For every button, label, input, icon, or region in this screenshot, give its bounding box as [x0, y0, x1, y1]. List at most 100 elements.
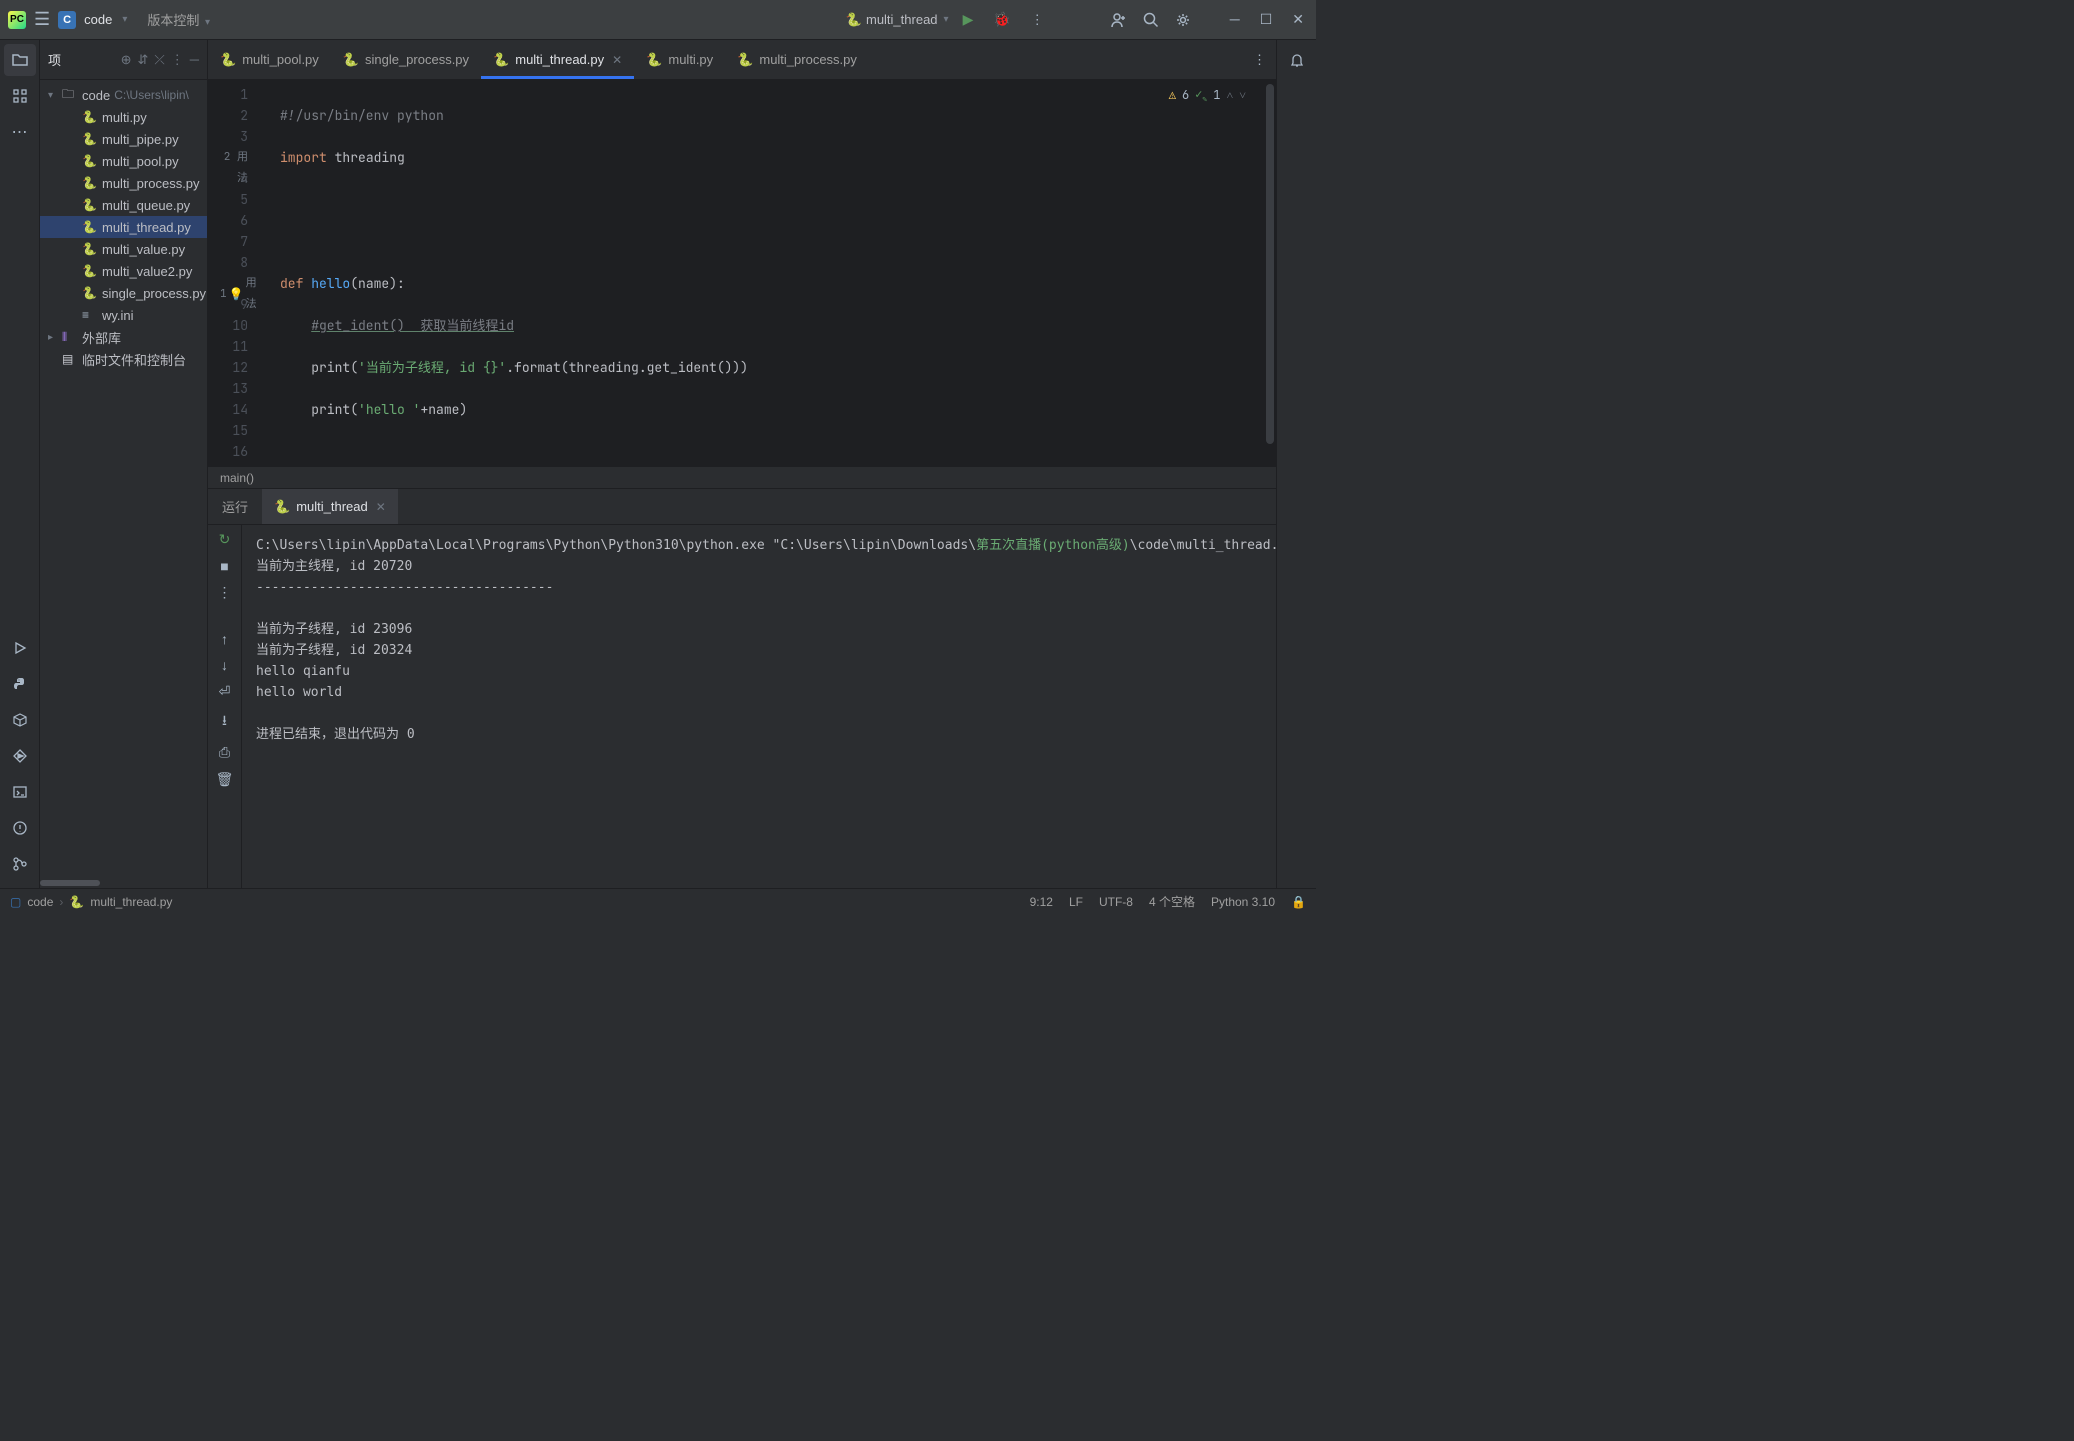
clear-icon[interactable]: 🗑: [216, 771, 234, 788]
hide-sidebar-icon[interactable]: ─: [190, 52, 199, 67]
tree-file[interactable]: 🐍multi.py: [40, 106, 207, 128]
structure-tool-icon[interactable]: [4, 80, 36, 112]
code-content[interactable]: #!/usr/bin/env python import threading d…: [268, 80, 1276, 466]
editor-area: 🐍multi_pool.py 🐍single_process.py 🐍multi…: [208, 40, 1276, 888]
python-icon: 🐍: [220, 52, 236, 68]
right-tool-strip: [1276, 40, 1316, 888]
sb-project[interactable]: code: [27, 895, 53, 909]
close-icon[interactable]: ✕: [376, 500, 386, 514]
tree-external-libs[interactable]: ▸⫴外部库: [40, 326, 207, 348]
typo-icon: ✓✎: [1195, 86, 1207, 104]
sb-file[interactable]: multi_thread.py: [90, 895, 172, 909]
titlebar: PC ☰ C code ▾ 版本控制 ▾ 🐍 multi_thread ▾ ▶ …: [0, 0, 1316, 40]
tree-scratches[interactable]: ▤临时文件和控制台: [40, 348, 207, 370]
inspection-badges[interactable]: ⚠6 ✓✎1 ˄ ˅: [1169, 86, 1246, 104]
editor-tab[interactable]: 🐍multi_process.py: [725, 40, 869, 79]
more-icon[interactable]: ⋮: [218, 584, 232, 601]
python-icon: 🐍: [493, 52, 509, 68]
tree-file[interactable]: 🐍multi_pipe.py: [40, 128, 207, 150]
tree-file[interactable]: 🐍multi_process.py: [40, 172, 207, 194]
project-name[interactable]: code: [84, 12, 112, 27]
project-tool-icon[interactable]: [4, 44, 36, 76]
python-icon: 🐍: [343, 52, 359, 68]
code-with-me-icon[interactable]: [1110, 11, 1128, 29]
run-button[interactable]: ▶: [957, 11, 980, 28]
soft-wrap-icon[interactable]: ⏎: [219, 683, 231, 700]
python-icon: 🐍: [737, 52, 753, 68]
chevron-down-icon[interactable]: ▾: [122, 14, 127, 25]
vcs-tool-icon[interactable]: [4, 848, 36, 880]
sb-caret-pos[interactable]: 9:12: [1030, 895, 1053, 909]
editor-tab[interactable]: 🐍multi.py: [634, 40, 725, 79]
run-panel: 运行 🐍 multi_thread ✕ ↻ ■ ⋮ ↑ ↓ ⏎ ⭳ ⎙: [208, 488, 1276, 888]
maximize-button[interactable]: ☐: [1256, 7, 1277, 32]
services-icon[interactable]: [4, 740, 36, 772]
tree-file[interactable]: 🐍multi_value2.py: [40, 260, 207, 282]
project-badge: C: [58, 11, 76, 29]
packages-icon[interactable]: [4, 704, 36, 736]
main-menu-icon[interactable]: ☰: [34, 9, 50, 30]
sb-module-icon: ▢: [10, 895, 21, 909]
python-console-icon[interactable]: [4, 668, 36, 700]
editor-tab-active[interactable]: 🐍multi_thread.py✕: [481, 40, 634, 79]
debug-button[interactable]: 🐞: [987, 11, 1016, 28]
problems-icon[interactable]: [4, 812, 36, 844]
collapse-icon[interactable]: ⤫: [154, 52, 164, 68]
sb-interpreter[interactable]: Python 3.10: [1211, 895, 1275, 909]
tree-file[interactable]: 🐍single_process.py: [40, 282, 207, 304]
chevron-down-icon: ▾: [944, 14, 949, 25]
scroll-down-icon[interactable]: ↓: [221, 657, 228, 673]
code-editor[interactable]: ⚠6 ✓✎1 ˄ ˅ 1 2 3 2 用法 4 5 6 7 8 1💡用法 9 1…: [208, 80, 1276, 466]
tree-root[interactable]: ▾ 🗀 code C:\Users\lipin\: [40, 84, 207, 106]
breadcrumb[interactable]: main(): [208, 466, 1276, 488]
more-actions-icon[interactable]: ⋮: [1025, 12, 1050, 28]
search-icon[interactable]: [1142, 11, 1160, 29]
stop-icon[interactable]: ■: [220, 558, 228, 574]
editor-tab[interactable]: 🐍single_process.py: [331, 40, 481, 79]
warning-icon: ⚠: [1169, 87, 1176, 103]
ide-logo-icon: PC: [8, 11, 26, 29]
sb-lock-icon[interactable]: 🔒: [1291, 895, 1306, 909]
run-config-selector[interactable]: 🐍 multi_thread ▾: [846, 12, 949, 28]
locate-icon[interactable]: ⊕: [121, 52, 132, 68]
expand-icon[interactable]: ⇵: [137, 52, 148, 68]
next-highlight-icon[interactable]: ˅: [1239, 87, 1246, 103]
sb-line-sep[interactable]: LF: [1069, 895, 1083, 909]
terminal-icon[interactable]: [4, 776, 36, 808]
sidebar-more-icon[interactable]: ⋮: [171, 52, 184, 68]
run-session-tab[interactable]: 🐍 multi_thread ✕: [262, 489, 398, 524]
editor-tabs: 🐍multi_pool.py 🐍single_process.py 🐍multi…: [208, 40, 1276, 80]
python-icon: 🐍: [846, 12, 862, 28]
tree-file[interactable]: 🐍multi_queue.py: [40, 194, 207, 216]
gutter[interactable]: 1 2 3 2 用法 4 5 6 7 8 1💡用法 9 10 11 12 13 …: [208, 80, 268, 466]
project-tree[interactable]: ▾ 🗀 code C:\Users\lipin\ 🐍multi.py 🐍mult…: [40, 80, 207, 878]
tree-file-active[interactable]: 🐍multi_thread.py: [40, 216, 207, 238]
close-button[interactable]: ✕: [1288, 7, 1308, 32]
prev-highlight-icon[interactable]: ˄: [1226, 87, 1233, 103]
more-tools-icon[interactable]: ⋯: [4, 116, 36, 148]
close-tab-icon[interactable]: ✕: [612, 53, 622, 67]
tree-file[interactable]: 🐍multi_pool.py: [40, 150, 207, 172]
sb-indent[interactable]: 4 个空格: [1149, 893, 1195, 910]
run-output[interactable]: C:\Users\lipin\AppData\Local\Programs\Py…: [242, 525, 1276, 888]
sidebar-hscroll[interactable]: [40, 878, 207, 888]
tabs-more-icon[interactable]: ⋮: [1243, 40, 1276, 79]
print-icon[interactable]: ⎙: [219, 744, 230, 761]
minimize-button[interactable]: ─: [1226, 7, 1244, 32]
rerun-icon[interactable]: ↻: [219, 531, 231, 548]
sb-encoding[interactable]: UTF-8: [1099, 895, 1133, 909]
run-tool-icon[interactable]: [4, 632, 36, 664]
editor-tab[interactable]: 🐍multi_pool.py: [208, 40, 331, 79]
tree-file[interactable]: ≡wy.ini: [40, 304, 207, 326]
notifications-icon[interactable]: [1281, 44, 1313, 76]
run-toolbar: ↻ ■ ⋮ ↑ ↓ ⏎ ⭳ ⎙ 🗑: [208, 525, 242, 888]
scroll-to-end-icon[interactable]: ⭳: [222, 710, 227, 734]
settings-gear-icon[interactable]: [1174, 11, 1192, 29]
scroll-up-icon[interactable]: ↑: [221, 631, 228, 647]
tree-file[interactable]: 🐍multi_value.py: [40, 238, 207, 260]
sidebar-title: 项: [48, 50, 115, 69]
editor-vscroll[interactable]: [1264, 80, 1276, 466]
run-config-label: multi_thread: [866, 12, 938, 27]
vcs-menu[interactable]: 版本控制 ▾: [147, 10, 210, 29]
python-icon: 🐍: [274, 499, 290, 515]
